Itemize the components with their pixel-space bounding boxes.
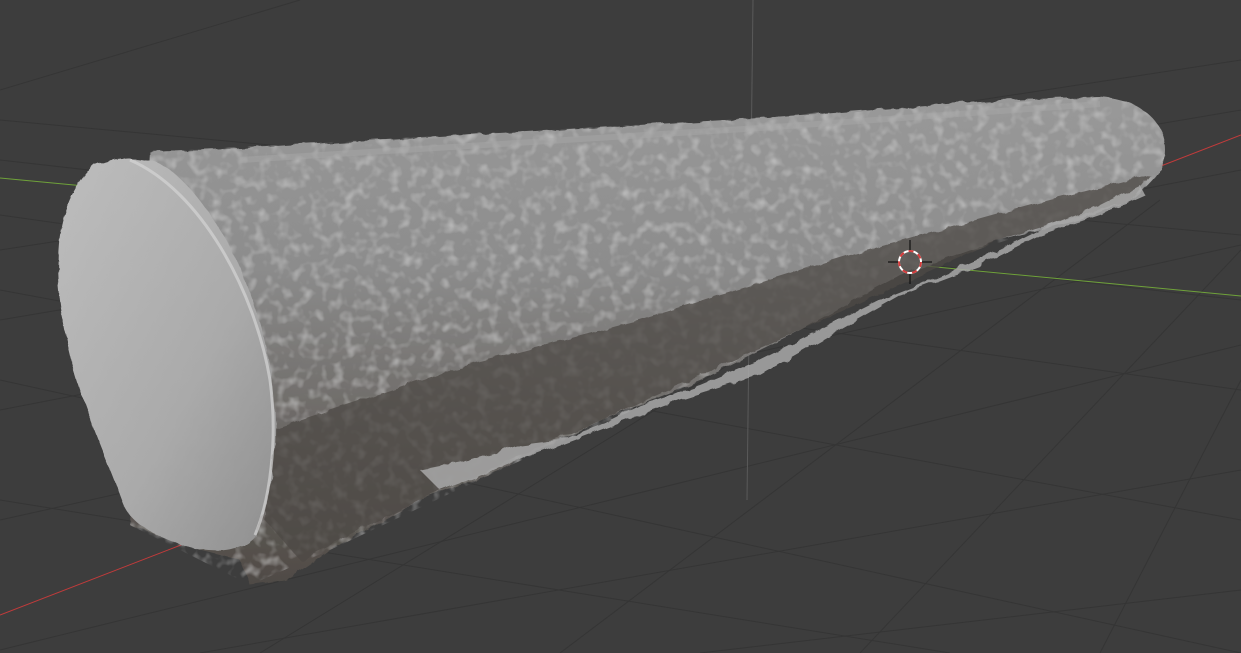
3d-viewport[interactable]: [0, 0, 1241, 653]
viewport-canvas[interactable]: [0, 0, 1241, 653]
log-mesh[interactable]: [58, 97, 1165, 585]
